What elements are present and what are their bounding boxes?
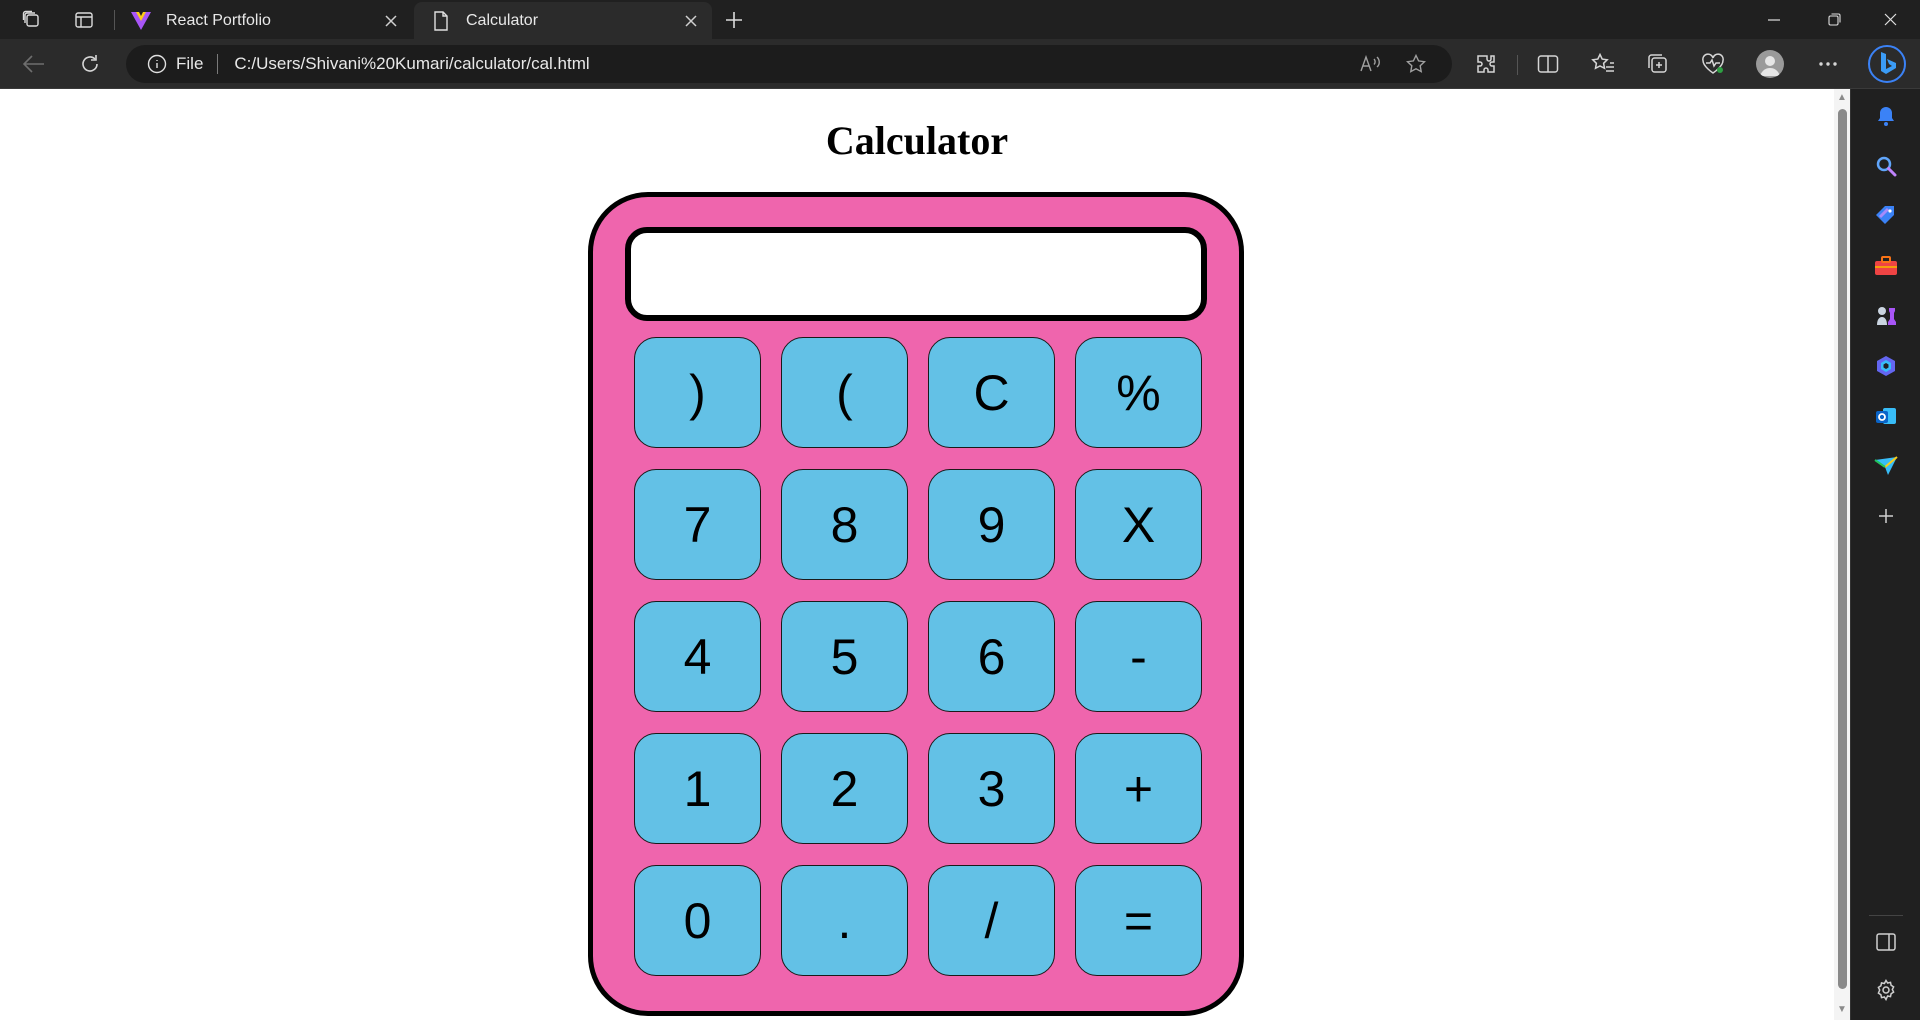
back-arrow-icon[interactable] xyxy=(18,48,50,80)
key-subtract[interactable]: - xyxy=(1075,601,1202,712)
key-percent[interactable]: % xyxy=(1075,337,1202,448)
key-3[interactable]: 3 xyxy=(928,733,1055,844)
key-close-paren[interactable]: ) xyxy=(634,337,761,448)
tab-actions-icon[interactable] xyxy=(71,8,97,32)
key-4[interactable]: 4 xyxy=(634,601,761,712)
site-info-icon[interactable] xyxy=(146,53,168,75)
url-text[interactable]: C:/Users/Shivani%20Kumari/calculator/cal… xyxy=(234,54,1452,74)
toolbar-separator xyxy=(1517,55,1518,75)
calculator-body: ) ( C % 7 8 9 X 4 5 6 - 1 2 3 + 0 . / = xyxy=(588,192,1244,1016)
notifications-bell-icon[interactable] xyxy=(1871,101,1901,131)
tools-briefcase-icon[interactable] xyxy=(1871,251,1901,281)
profile-avatar-icon[interactable] xyxy=(1756,50,1784,78)
key-add[interactable]: + xyxy=(1075,733,1202,844)
outlook-icon[interactable] xyxy=(1871,401,1901,431)
microsoft-365-icon[interactable] xyxy=(1871,351,1901,381)
key-8[interactable]: 8 xyxy=(781,469,908,580)
key-multiply[interactable]: X xyxy=(1075,469,1202,580)
scroll-thumb[interactable] xyxy=(1838,109,1847,989)
tab-react-portfolio[interactable]: React Portfolio xyxy=(114,2,412,39)
workspaces-icon[interactable] xyxy=(19,8,45,32)
tab-strip: React Portfolio Calculator xyxy=(0,0,1920,39)
search-icon[interactable] xyxy=(1871,151,1901,181)
key-6[interactable]: 6 xyxy=(928,601,1055,712)
close-window-icon[interactable] xyxy=(1862,0,1918,39)
calculator-display[interactable] xyxy=(625,227,1207,321)
scroll-down-arrow-icon[interactable]: ▼ xyxy=(1837,1005,1847,1015)
more-options-icon[interactable] xyxy=(1812,48,1844,80)
key-7[interactable]: 7 xyxy=(634,469,761,580)
drop-send-icon[interactable] xyxy=(1871,451,1901,481)
extensions-icon[interactable] xyxy=(1470,48,1502,80)
key-decimal[interactable]: . xyxy=(781,865,908,976)
page-title: Calculator xyxy=(825,118,1009,163)
games-chess-icon[interactable] xyxy=(1871,301,1901,331)
sidebar-settings-gear-icon[interactable] xyxy=(1871,975,1901,1005)
address-bar[interactable]: File C:/Users/Shivani%20Kumari/calculato… xyxy=(126,45,1452,83)
key-clear[interactable]: C xyxy=(928,337,1055,448)
key-5[interactable]: 5 xyxy=(781,601,908,712)
new-tab-icon[interactable] xyxy=(721,8,747,32)
tab-calculator[interactable]: Calculator xyxy=(414,2,712,39)
minimize-icon[interactable] xyxy=(1746,0,1802,39)
key-divide[interactable]: / xyxy=(928,865,1055,976)
key-2[interactable]: 2 xyxy=(781,733,908,844)
key-open-paren[interactable]: ( xyxy=(781,337,908,448)
vertical-scrollbar[interactable]: ▲ ▼ xyxy=(1834,89,1850,1020)
bing-copilot-icon[interactable] xyxy=(1866,43,1908,85)
close-tab-icon[interactable] xyxy=(680,10,702,32)
scheme-label: File xyxy=(176,54,204,73)
restore-icon[interactable] xyxy=(1806,0,1862,39)
tab-title: Calculator xyxy=(466,11,539,29)
split-screen-icon[interactable] xyxy=(1532,48,1564,80)
key-1[interactable]: 1 xyxy=(634,733,761,844)
react-portfolio-favicon-icon xyxy=(130,10,152,32)
favorite-star-icon[interactable] xyxy=(1401,54,1431,74)
browser-toolbar: File C:/Users/Shivani%20Kumari/calculato… xyxy=(0,39,1920,89)
edge-sidebar xyxy=(1850,89,1920,1020)
hide-sidebar-icon[interactable] xyxy=(1871,927,1901,957)
tab-title: React Portfolio xyxy=(166,11,271,29)
refresh-icon[interactable] xyxy=(74,48,106,80)
browser-essentials-icon[interactable] xyxy=(1697,48,1729,80)
page-viewport: Calculator ) ( C % 7 8 9 X 4 5 6 - 1 2 3… xyxy=(0,89,1834,1020)
collections-icon[interactable] xyxy=(1642,48,1674,80)
add-sidebar-app-icon[interactable] xyxy=(1871,501,1901,531)
sidebar-separator xyxy=(1869,915,1903,916)
scroll-up-arrow-icon[interactable]: ▲ xyxy=(1837,93,1847,103)
favorites-icon[interactable] xyxy=(1587,48,1619,80)
close-tab-icon[interactable] xyxy=(380,10,402,32)
key-0[interactable]: 0 xyxy=(634,865,761,976)
key-equals[interactable]: = xyxy=(1075,865,1202,976)
calculator-keypad: ) ( C % 7 8 9 X 4 5 6 - 1 2 3 + 0 . / = xyxy=(634,337,1204,977)
read-aloud-icon[interactable] xyxy=(1356,54,1386,74)
shopping-tag-icon[interactable] xyxy=(1871,201,1901,231)
key-9[interactable]: 9 xyxy=(928,469,1055,580)
page-favicon-icon xyxy=(430,10,452,32)
address-separator xyxy=(217,54,219,74)
